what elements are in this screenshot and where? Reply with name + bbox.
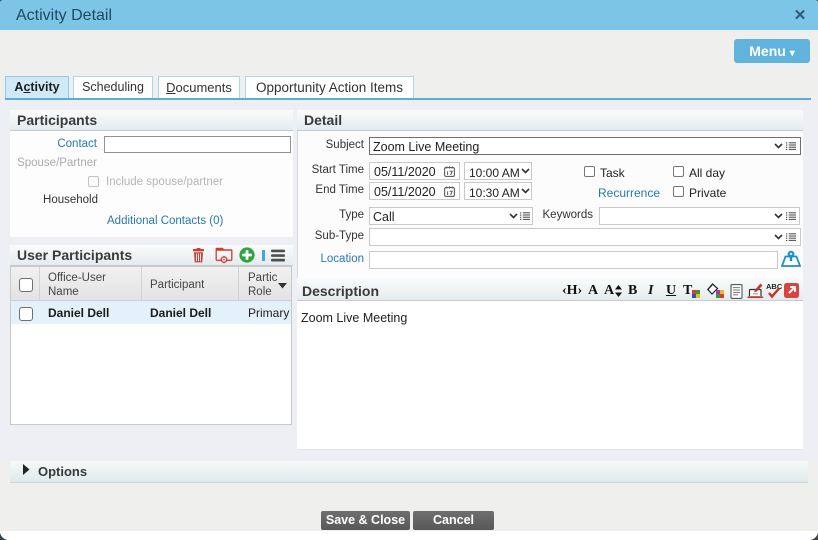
svg-text:ABC: ABC	[766, 282, 783, 291]
